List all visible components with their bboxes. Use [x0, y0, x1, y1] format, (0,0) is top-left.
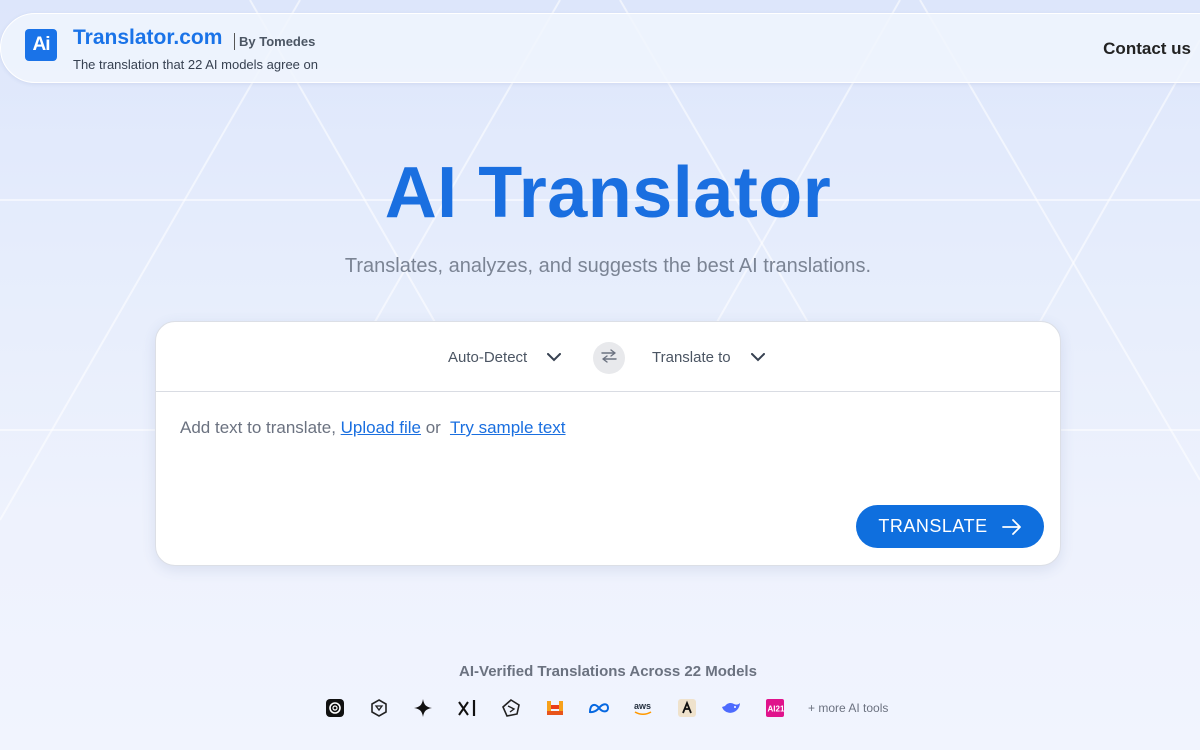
chevron-down-icon	[547, 352, 562, 362]
ai-models-list: aws AI21 + more AI tools	[324, 697, 888, 719]
perplexity-icon	[368, 697, 390, 719]
page-title: AI Translator	[384, 153, 832, 233]
source-text-input[interactable]: Add text to translate, Upload file or Tr…	[180, 418, 566, 438]
grok-icon	[456, 697, 478, 719]
svg-text:AI21: AI21	[768, 705, 785, 714]
svg-text:aws: aws	[634, 701, 651, 711]
by-tomedes: By Tomedes	[239, 34, 316, 49]
openai-icon	[324, 697, 346, 719]
top-header: Ai Translator.com By Tomedes The transla…	[0, 13, 1200, 83]
brand-name[interactable]: Translator.com	[73, 26, 222, 50]
translate-button[interactable]: TRANSLATE	[856, 505, 1044, 548]
swap-languages-button[interactable]	[593, 342, 625, 374]
try-sample-text-link[interactable]: Try sample text	[450, 418, 566, 437]
arrow-right-icon	[1001, 518, 1022, 535]
logo-icon[interactable]: Ai	[25, 29, 57, 61]
translate-button-label: TRANSLATE	[878, 516, 988, 536]
mistral-icon	[544, 697, 566, 719]
models-heading: AI-Verified Translations Across 22 Model…	[459, 663, 757, 680]
upload-file-link[interactable]: Upload file	[341, 418, 421, 437]
language-bar: Auto-Detect Translate to	[156, 322, 1060, 392]
aws-icon: aws	[632, 697, 654, 719]
translator-card: Auto-Detect Translate to Add text to tra…	[155, 321, 1061, 566]
or-text: or	[420, 418, 446, 437]
source-language-select[interactable]: Auto-Detect	[448, 344, 562, 370]
target-language-select[interactable]: Translate to	[652, 344, 765, 370]
source-language-label: Auto-Detect	[448, 348, 528, 366]
deepseek-icon	[720, 697, 742, 719]
brand-divider	[234, 33, 235, 50]
tagline: The translation that 22 AI models agree …	[73, 57, 318, 72]
ai21-icon: AI21	[764, 697, 786, 719]
target-language-label: Translate to	[652, 348, 731, 366]
meta-icon	[588, 697, 610, 719]
page-subtitle: Translates, analyzes, and suggests the b…	[344, 255, 872, 277]
contact-us-link[interactable]: Contact us	[1103, 39, 1191, 59]
gemini-icon	[412, 697, 434, 719]
swap-arrows-icon	[601, 348, 617, 368]
more-ai-tools-link[interactable]: + more AI tools	[808, 701, 888, 715]
anthropic-icon	[676, 697, 698, 719]
input-prompt: Add text to translate,	[180, 418, 341, 437]
chevron-down-icon	[750, 352, 765, 362]
qwen-icon	[500, 697, 522, 719]
